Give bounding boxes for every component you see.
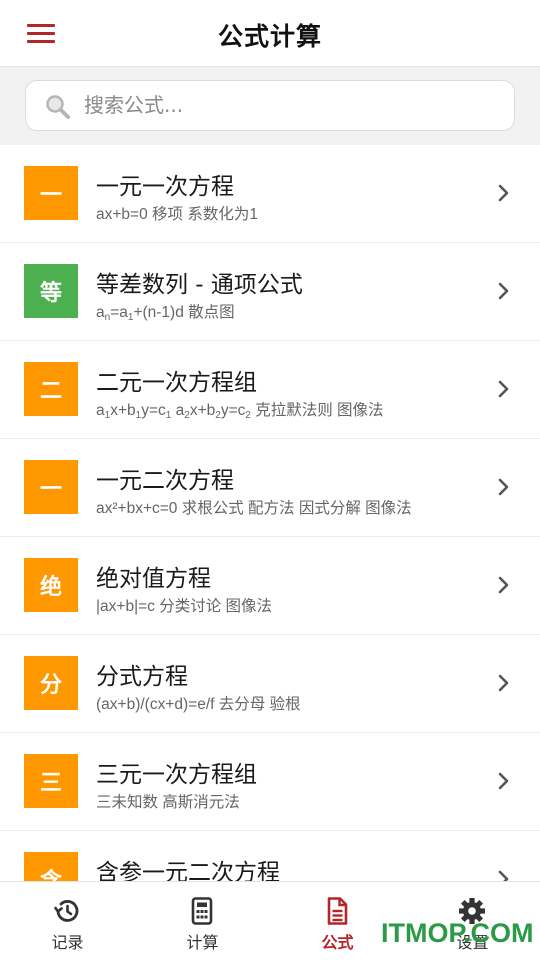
list-item[interactable]: 一一元一次方程 ax+b=0 移项 系数化为1 bbox=[0, 145, 540, 243]
item-subtitle: |ax+b|=c 分类讨论 图像法 bbox=[96, 598, 273, 615]
chevron-right-icon bbox=[498, 870, 509, 881]
chevron-right-icon bbox=[498, 772, 509, 790]
list-item[interactable]: 分分式方程 (ax+b)/(cx+d)=e/f 去分母 验根 bbox=[0, 635, 540, 733]
item-badge: 等 bbox=[24, 264, 78, 318]
chevron-right-icon bbox=[498, 380, 509, 398]
list-item[interactable]: 等等差数列 - 通项公式 an=a1+(n-1)d 散点图 bbox=[0, 243, 540, 341]
tab-label: 计算 bbox=[186, 933, 219, 952]
list-item[interactable]: 三三元一次方程组三未知数 高斯消元法 bbox=[0, 733, 540, 831]
list-item[interactable]: 二二元一次方程组 a1x+b1y=c1 a2x+b2y=c2 克拉默法则 图像法 bbox=[0, 341, 540, 439]
item-title: 一元二次方程 bbox=[96, 468, 234, 494]
chevron-right-icon bbox=[498, 282, 509, 300]
item-badge: 含 bbox=[24, 852, 78, 881]
chevron-right-icon bbox=[498, 184, 509, 202]
item-badge: 绝 bbox=[24, 558, 78, 612]
list-item[interactable]: 含含参一元二次方程 bbox=[0, 831, 540, 881]
calculator-icon bbox=[191, 897, 213, 925]
item-subtitle: ax+b=0 移项 系数化为1 bbox=[96, 206, 258, 223]
item-subtitle: (ax+b)/(cx+d)=e/f 去分母 验根 bbox=[96, 696, 301, 713]
search-input[interactable] bbox=[84, 81, 504, 129]
document-icon bbox=[327, 897, 348, 925]
list-item[interactable]: 一一元二次方程 ax²+bx+c=0 求根公式 配方法 因式分解 图像法 bbox=[0, 439, 540, 537]
item-badge: 三 bbox=[24, 754, 78, 808]
item-title: 一元一次方程 bbox=[96, 174, 234, 200]
item-title: 三元一次方程组 bbox=[96, 762, 257, 788]
watermark-logo: ITMOP.COM bbox=[381, 918, 534, 948]
history-icon bbox=[54, 900, 79, 922]
item-title: 含参一元二次方程 bbox=[96, 860, 280, 881]
item-badge: 一 bbox=[24, 460, 78, 514]
formula-list: 一一元一次方程 ax+b=0 移项 系数化为1 等等差数列 - 通项公式 an=a1+… bbox=[0, 145, 540, 881]
item-title: 绝对值方程 bbox=[96, 566, 211, 592]
item-title: 等差数列 - 通项公式 bbox=[96, 272, 303, 298]
app-header: 公式计算 bbox=[0, 0, 540, 67]
page-title: 公式计算 bbox=[217, 23, 322, 51]
search-bar-container bbox=[0, 67, 540, 145]
search-box[interactable] bbox=[25, 80, 515, 131]
chevron-right-icon bbox=[498, 576, 509, 594]
item-badge: 二 bbox=[24, 362, 78, 416]
item-subtitle: ax²+bx+c=0 求根公式 配方法 因式分解 图像法 bbox=[96, 500, 412, 517]
item-title: 二元一次方程组 bbox=[96, 370, 257, 396]
search-icon bbox=[46, 95, 70, 119]
item-badge: 分 bbox=[24, 656, 78, 710]
item-badge: 一 bbox=[24, 166, 78, 220]
item-subtitle: an=a1+(n-1)d 散点图 bbox=[96, 304, 235, 323]
item-subtitle: a1x+b1y=c1 a2x+b2y=c2 克拉默法则 图像法 bbox=[96, 402, 384, 421]
item-title: 分式方程 bbox=[96, 664, 188, 690]
tab-history[interactable]: 记录 bbox=[0, 882, 135, 960]
item-subtitle: 三未知数 高斯消元法 bbox=[96, 794, 240, 811]
tab-calculate[interactable]: 计算 bbox=[135, 882, 270, 960]
chevron-right-icon bbox=[498, 478, 509, 496]
tab-label: 记录 bbox=[51, 933, 84, 952]
list-item[interactable]: 绝绝对值方程 |ax+b|=c 分类讨论 图像法 bbox=[0, 537, 540, 635]
chevron-right-icon bbox=[498, 674, 509, 692]
